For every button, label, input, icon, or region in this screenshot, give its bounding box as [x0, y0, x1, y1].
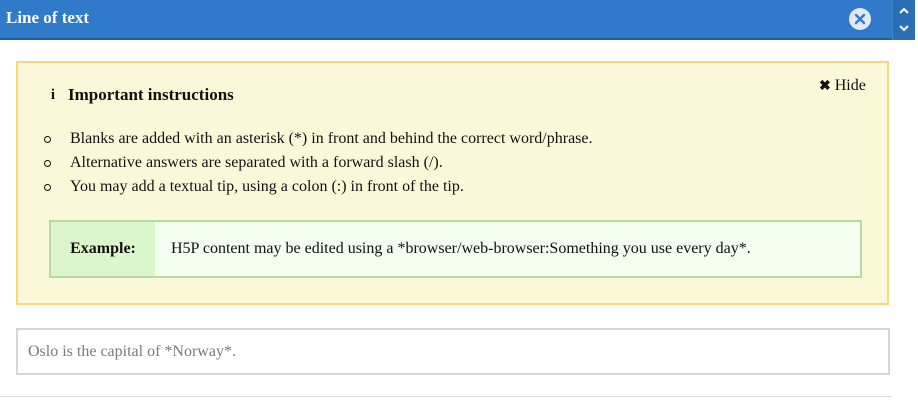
- page: Line of text i Important instructions ✖: [0, 0, 918, 400]
- list-item: Alternative answers are separated with a…: [44, 151, 593, 175]
- list-item-text: Blanks are added with an asterisk (*) in…: [70, 130, 593, 147]
- example-text: H5P content may be edited using a *brows…: [171, 240, 751, 257]
- important-instructions-box: i Important instructions ✖ Hide Blanks a…: [16, 61, 889, 305]
- chevron-up-icon: [899, 7, 909, 14]
- list-item-text: You may add a textual tip, using a colon…: [70, 178, 464, 195]
- close-button[interactable]: [849, 8, 871, 30]
- scroll-up-button[interactable]: [898, 4, 910, 18]
- list-item-text: Alternative answers are separated with a…: [70, 154, 443, 171]
- scroll-controls: [892, 0, 915, 40]
- line-of-text-input[interactable]: [16, 328, 890, 375]
- close-x-icon: ✖: [819, 78, 831, 94]
- list-item: Blanks are added with an asterisk (*) in…: [44, 127, 593, 151]
- divider: [0, 396, 892, 397]
- scroll-down-button[interactable]: [898, 21, 910, 35]
- instructions-list: Blanks are added with an asterisk (*) in…: [44, 127, 593, 199]
- example-label: Example:: [51, 222, 155, 276]
- hide-button[interactable]: ✖ Hide: [819, 77, 866, 95]
- info-icon: i: [50, 86, 56, 103]
- bullet-icon: [44, 184, 51, 191]
- example-box: Example: H5P content may be edited using…: [49, 220, 862, 278]
- instructions-heading: i Important instructions: [48, 85, 234, 105]
- instructions-title: Important instructions: [68, 85, 234, 104]
- field-header: Line of text: [0, 0, 892, 40]
- field-title: Line of text: [6, 8, 90, 27]
- close-circle-icon: [854, 13, 866, 25]
- list-item: You may add a textual tip, using a colon…: [44, 175, 593, 199]
- bullet-icon: [44, 160, 51, 167]
- bullet-icon: [44, 136, 51, 143]
- hide-label: Hide: [834, 77, 866, 94]
- chevron-down-icon: [899, 25, 909, 32]
